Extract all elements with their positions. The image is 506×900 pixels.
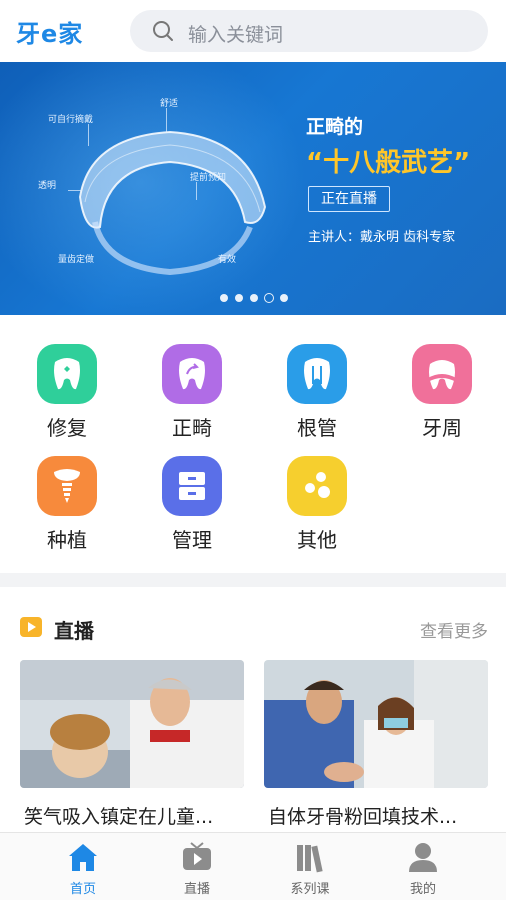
home-icon xyxy=(69,844,97,871)
tv-icon xyxy=(183,842,211,870)
category-periodontal[interactable]: 牙周 xyxy=(392,344,492,454)
tab-label: 首页 xyxy=(69,882,96,897)
carousel-dot[interactable] xyxy=(250,294,258,302)
category-orthodontics[interactable]: 正畸 xyxy=(142,344,242,454)
live-section-header: 直播 查看更多 xyxy=(0,600,506,646)
live-thumbnail xyxy=(20,660,244,788)
tab-label: 系列课 xyxy=(290,882,330,897)
tab-home[interactable]: 首页 xyxy=(20,833,146,900)
promo-banner[interactable]: 舒适 可自行摘戴 透明 提前预知 量齿定做 有效 正畸的 “十八般武艺” 正在直… xyxy=(0,62,506,315)
section-title: 直播 xyxy=(54,619,94,643)
carousel-dot[interactable] xyxy=(235,294,243,302)
tray-label: 舒适 xyxy=(160,99,179,109)
category-label: 根管 xyxy=(297,416,337,440)
section-divider xyxy=(0,573,506,587)
live-card-title: 笑气吸入镇定在儿童... xyxy=(24,806,214,828)
category-label: 种植 xyxy=(47,528,87,552)
category-implant[interactable]: 种植 xyxy=(17,456,117,566)
category-label: 管理 xyxy=(172,528,212,552)
tab-mine[interactable]: 我的 xyxy=(360,833,486,900)
callout-line xyxy=(68,190,82,191)
view-more-link[interactable]: 查看更多 xyxy=(420,617,488,642)
tooth-repair-icon xyxy=(37,344,97,404)
tooth-orthodontic-icon xyxy=(162,344,222,404)
banner-title: 正畸的 xyxy=(306,116,364,138)
category-other[interactable]: 其他 xyxy=(267,456,367,566)
callout-line xyxy=(88,124,89,146)
dots-icon xyxy=(287,456,347,516)
aligner-image xyxy=(78,130,267,276)
live-card[interactable]: 笑气吸入镇定在儿童... xyxy=(20,660,244,830)
callout-line xyxy=(196,182,197,200)
user-icon xyxy=(409,843,437,872)
tab-series[interactable]: 系列课 xyxy=(247,833,373,900)
carousel-dot[interactable] xyxy=(280,294,288,302)
category-label: 其他 xyxy=(297,528,337,552)
category-management[interactable]: 管理 xyxy=(142,456,242,566)
app-logo[interactable]: 牙e家 xyxy=(16,14,83,49)
carousel-dot[interactable] xyxy=(220,294,228,302)
carousel-dot-active[interactable] xyxy=(264,293,274,303)
search-bar[interactable]: 输入关键词 xyxy=(130,10,488,52)
banner-host: 主讲人：戴永明 齿科专家 xyxy=(308,230,456,245)
live-now-button[interactable]: 正在直播 xyxy=(308,186,390,212)
implant-icon xyxy=(37,456,97,516)
tray-label: 可自行摘戴 xyxy=(48,115,94,125)
drawer-icon xyxy=(162,456,222,516)
tray-label: 透明 xyxy=(38,181,57,191)
tab-label: 直播 xyxy=(183,882,210,897)
tab-label: 我的 xyxy=(409,882,436,897)
gum-icon xyxy=(412,344,472,404)
search-input[interactable]: 输入关键词 xyxy=(188,20,283,47)
tooth-root-canal-icon xyxy=(287,344,347,404)
category-label: 正畸 xyxy=(172,416,212,440)
category-repair[interactable]: 修复 xyxy=(17,344,117,454)
live-tv-icon xyxy=(20,617,42,637)
callout-line xyxy=(166,108,167,132)
tray-label: 量齿定做 xyxy=(58,255,95,265)
category-label: 修复 xyxy=(47,416,87,440)
category-root-canal[interactable]: 根管 xyxy=(267,344,367,454)
tab-live[interactable]: 直播 xyxy=(134,833,260,900)
search-icon xyxy=(153,21,173,41)
live-card-title: 自体牙骨粉回填技术... xyxy=(268,806,458,828)
banner-subtitle: “十八般武艺” xyxy=(306,148,471,178)
live-thumbnail xyxy=(264,660,488,788)
books-icon xyxy=(297,845,323,873)
tray-label: 有效 xyxy=(218,255,237,265)
live-card[interactable]: 自体牙骨粉回填技术... xyxy=(264,660,488,830)
category-grid: 修复 正畸 根管 牙周 种植 管理 其他 xyxy=(0,315,506,573)
bottom-nav: 首页 直播 系列课 我的 xyxy=(0,832,506,900)
top-bar: 牙e家 输入关键词 xyxy=(0,0,506,62)
category-label: 牙周 xyxy=(422,416,462,440)
